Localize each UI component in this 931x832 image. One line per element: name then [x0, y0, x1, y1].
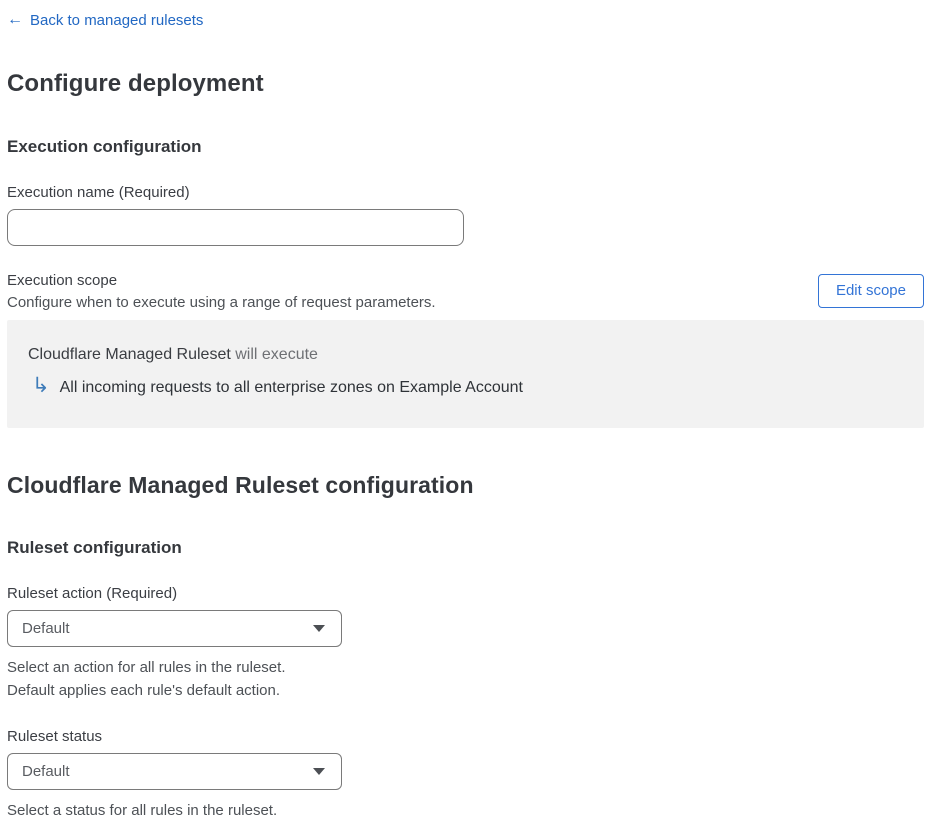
execution-scope-text-block: Execution scope Configure when to execut… — [7, 272, 436, 311]
execution-scope-summary: Cloudflare Managed Ruleset will execute … — [7, 320, 924, 428]
ruleset-action-help-line1: Select an action for all rules in the ru… — [7, 659, 286, 676]
ruleset-status-help: Select a status for all rules in the rul… — [7, 799, 924, 822]
summary-headline: Cloudflare Managed Ruleset will execute — [28, 346, 903, 364]
configure-deployment-page: ← Back to managed rulesets Configure dep… — [0, 0, 931, 832]
chevron-down-icon — [313, 767, 325, 775]
ruleset-action-help-line2: Default applies each rule's default acti… — [7, 682, 281, 700]
will-execute-text: will execute — [230, 346, 318, 363]
ruleset-status-help-line1: Select a status for all rules in the rul… — [7, 801, 278, 819]
ruleset-action-select[interactable]: Default — [7, 610, 342, 647]
ruleset-action-value: Default — [22, 620, 70, 637]
ruleset-action-label: Ruleset action (Required) — [7, 585, 178, 602]
page-title: Configure deployment — [7, 70, 264, 97]
ruleset-status-select[interactable]: Default — [7, 752, 342, 790]
execution-name-input[interactable] — [7, 209, 464, 246]
ruleset-configuration-subheading: Ruleset configuration — [7, 538, 182, 557]
corner-down-right-arrow-icon: ↳ — [32, 374, 50, 397]
ruleset-action-help: Select an action for all rules in the ru… — [7, 656, 924, 703]
ruleset-name: Cloudflare Managed Ruleset — [28, 346, 231, 363]
ruleset-status-label: Ruleset status — [7, 727, 103, 745]
ruleset-status-value: Default — [22, 762, 70, 780]
summary-scope-text: All incoming requests to all enterprise … — [59, 378, 523, 396]
execution-scope-label: Execution scope — [7, 272, 118, 289]
edit-scope-button[interactable]: Edit scope — [817, 274, 924, 308]
execution-scope-description: Configure when to execute using a range … — [7, 294, 436, 311]
summary-scope-line: ↳ All incoming requests to all enterpris… — [28, 374, 903, 398]
execution-configuration-heading: Execution configuration — [7, 137, 202, 156]
chevron-down-icon — [313, 625, 325, 632]
left-arrow-icon: ← — [7, 11, 23, 28]
back-link-label: Back to managed rulesets — [30, 11, 204, 29]
execution-name-label: Execution name (Required) — [7, 184, 190, 201]
execution-scope-row: Execution scope Configure when to execut… — [7, 272, 924, 311]
ruleset-configuration-title: Cloudflare Managed Ruleset configuration — [7, 472, 474, 498]
back-to-managed-rulesets-link[interactable]: ← Back to managed rulesets — [7, 12, 203, 29]
